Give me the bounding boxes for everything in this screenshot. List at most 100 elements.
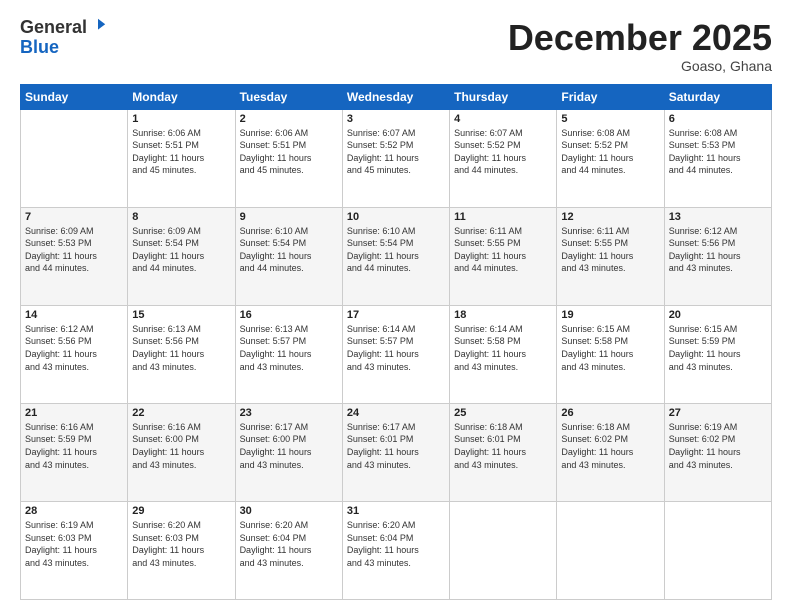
- day-info: Daylight: 11 hours: [25, 446, 123, 459]
- calendar-week-row: 14Sunrise: 6:12 AMSunset: 5:56 PMDayligh…: [21, 305, 772, 403]
- page: General Blue December 2025 Goaso, Ghana …: [0, 0, 792, 612]
- header: General Blue December 2025 Goaso, Ghana: [20, 18, 772, 74]
- day-info: Daylight: 11 hours: [561, 152, 659, 165]
- col-tuesday: Tuesday: [235, 84, 342, 109]
- day-info: Sunrise: 6:19 AM: [25, 519, 123, 532]
- day-number: 15: [132, 309, 230, 321]
- table-row: 28Sunrise: 6:19 AMSunset: 6:03 PMDayligh…: [21, 501, 128, 599]
- day-number: 11: [454, 211, 552, 223]
- day-info: Daylight: 11 hours: [669, 446, 767, 459]
- day-info: Sunrise: 6:10 AM: [347, 225, 445, 238]
- day-info: Daylight: 11 hours: [347, 348, 445, 361]
- day-info: Sunrise: 6:19 AM: [669, 421, 767, 434]
- day-number: 8: [132, 211, 230, 223]
- day-info: Daylight: 11 hours: [347, 250, 445, 263]
- day-info: Sunrise: 6:15 AM: [561, 323, 659, 336]
- day-info: Sunset: 5:51 PM: [240, 139, 338, 152]
- day-number: 5: [561, 113, 659, 125]
- day-number: 7: [25, 211, 123, 223]
- table-row: 8 Sunrise: 6:09 AMSunset: 5:54 PMDaylight…: [128, 207, 235, 305]
- day-info: Sunrise: 6:14 AM: [454, 323, 552, 336]
- day-info: Sunrise: 6:16 AM: [132, 421, 230, 434]
- day-info: Sunset: 6:01 PM: [454, 433, 552, 446]
- day-info: and 45 minutes.: [347, 164, 445, 177]
- day-info: Daylight: 11 hours: [132, 544, 230, 557]
- table-row: 6Sunrise: 6:08 AMSunset: 5:53 PMDaylight…: [664, 109, 771, 207]
- day-info: Sunrise: 6:13 AM: [240, 323, 338, 336]
- day-info: Daylight: 11 hours: [240, 446, 338, 459]
- day-info: Sunrise: 6:11 AM: [561, 225, 659, 238]
- day-info: Sunset: 5:58 PM: [454, 335, 552, 348]
- calendar-week-row: 21Sunrise: 6:16 AMSunset: 5:59 PMDayligh…: [21, 403, 772, 501]
- day-number: 17: [347, 309, 445, 321]
- day-info: Sunset: 5:52 PM: [561, 139, 659, 152]
- day-number: 21: [25, 407, 123, 419]
- day-info: Daylight: 11 hours: [132, 152, 230, 165]
- day-number: 29: [132, 505, 230, 517]
- table-row: 3Sunrise: 6:07 AMSunset: 5:52 PMDaylight…: [342, 109, 449, 207]
- day-info: Sunset: 5:56 PM: [132, 335, 230, 348]
- table-row: [450, 501, 557, 599]
- day-info: Sunrise: 6:20 AM: [240, 519, 338, 532]
- day-info: Daylight: 11 hours: [454, 250, 552, 263]
- day-info: Daylight: 11 hours: [132, 250, 230, 263]
- table-row: 5 Sunrise: 6:08 AMSunset: 5:52 PMDaylight…: [557, 109, 664, 207]
- day-info: Sunset: 5:57 PM: [347, 335, 445, 348]
- day-info: Sunrise: 6:20 AM: [132, 519, 230, 532]
- table-row: 21Sunrise: 6:16 AMSunset: 5:59 PMDayligh…: [21, 403, 128, 501]
- day-info: and 43 minutes.: [561, 361, 659, 374]
- day-number: 6: [669, 113, 767, 125]
- table-row: [557, 501, 664, 599]
- day-info: Daylight: 11 hours: [561, 446, 659, 459]
- day-info: Sunset: 5:54 PM: [132, 237, 230, 250]
- day-info: Daylight: 11 hours: [454, 446, 552, 459]
- day-info: Sunrise: 6:09 AM: [132, 225, 230, 238]
- day-number: 27: [669, 407, 767, 419]
- title-block: December 2025 Goaso, Ghana: [508, 18, 772, 74]
- day-info: and 44 minutes.: [132, 262, 230, 275]
- day-info: and 43 minutes.: [25, 557, 123, 570]
- table-row: 30Sunrise: 6:20 AMSunset: 6:04 PMDayligh…: [235, 501, 342, 599]
- day-info: and 44 minutes.: [25, 262, 123, 275]
- table-row: 13Sunrise: 6:12 AMSunset: 5:56 PMDayligh…: [664, 207, 771, 305]
- day-info: and 43 minutes.: [561, 459, 659, 472]
- day-info: Sunset: 6:00 PM: [132, 433, 230, 446]
- day-number: 31: [347, 505, 445, 517]
- day-info: Daylight: 11 hours: [132, 348, 230, 361]
- day-info: Sunset: 6:02 PM: [561, 433, 659, 446]
- col-monday: Monday: [128, 84, 235, 109]
- day-number: 20: [669, 309, 767, 321]
- day-info: Daylight: 11 hours: [669, 348, 767, 361]
- day-info: Sunset: 5:52 PM: [454, 139, 552, 152]
- day-number: 1: [132, 113, 230, 125]
- day-info: Sunset: 6:04 PM: [347, 532, 445, 545]
- day-info: Sunrise: 6:08 AM: [561, 127, 659, 140]
- table-row: 25Sunrise: 6:18 AMSunset: 6:01 PMDayligh…: [450, 403, 557, 501]
- day-info: Daylight: 11 hours: [561, 250, 659, 263]
- day-info: and 43 minutes.: [347, 459, 445, 472]
- day-info: Sunset: 6:01 PM: [347, 433, 445, 446]
- day-info: and 43 minutes.: [669, 361, 767, 374]
- calendar-header-row: Sunday Monday Tuesday Wednesday Thursday…: [21, 84, 772, 109]
- table-row: 24Sunrise: 6:17 AMSunset: 6:01 PMDayligh…: [342, 403, 449, 501]
- day-info: and 43 minutes.: [561, 262, 659, 275]
- table-row: 10Sunrise: 6:10 AMSunset: 5:54 PMDayligh…: [342, 207, 449, 305]
- day-info: Daylight: 11 hours: [347, 152, 445, 165]
- day-info: Sunset: 5:59 PM: [25, 433, 123, 446]
- day-info: Sunrise: 6:08 AM: [669, 127, 767, 140]
- day-info: Daylight: 11 hours: [347, 544, 445, 557]
- day-info: and 43 minutes.: [25, 459, 123, 472]
- day-number: 13: [669, 211, 767, 223]
- day-number: 18: [454, 309, 552, 321]
- table-row: 17Sunrise: 6:14 AMSunset: 5:57 PMDayligh…: [342, 305, 449, 403]
- day-info: and 43 minutes.: [454, 361, 552, 374]
- day-info: and 43 minutes.: [240, 459, 338, 472]
- table-row: 31Sunrise: 6:20 AMSunset: 6:04 PMDayligh…: [342, 501, 449, 599]
- day-number: 2: [240, 113, 338, 125]
- day-info: Sunset: 5:53 PM: [669, 139, 767, 152]
- day-info: Sunset: 6:04 PM: [240, 532, 338, 545]
- day-info: and 43 minutes.: [669, 459, 767, 472]
- day-info: Daylight: 11 hours: [240, 544, 338, 557]
- table-row: 20Sunrise: 6:15 AMSunset: 5:59 PMDayligh…: [664, 305, 771, 403]
- location: Goaso, Ghana: [508, 58, 772, 74]
